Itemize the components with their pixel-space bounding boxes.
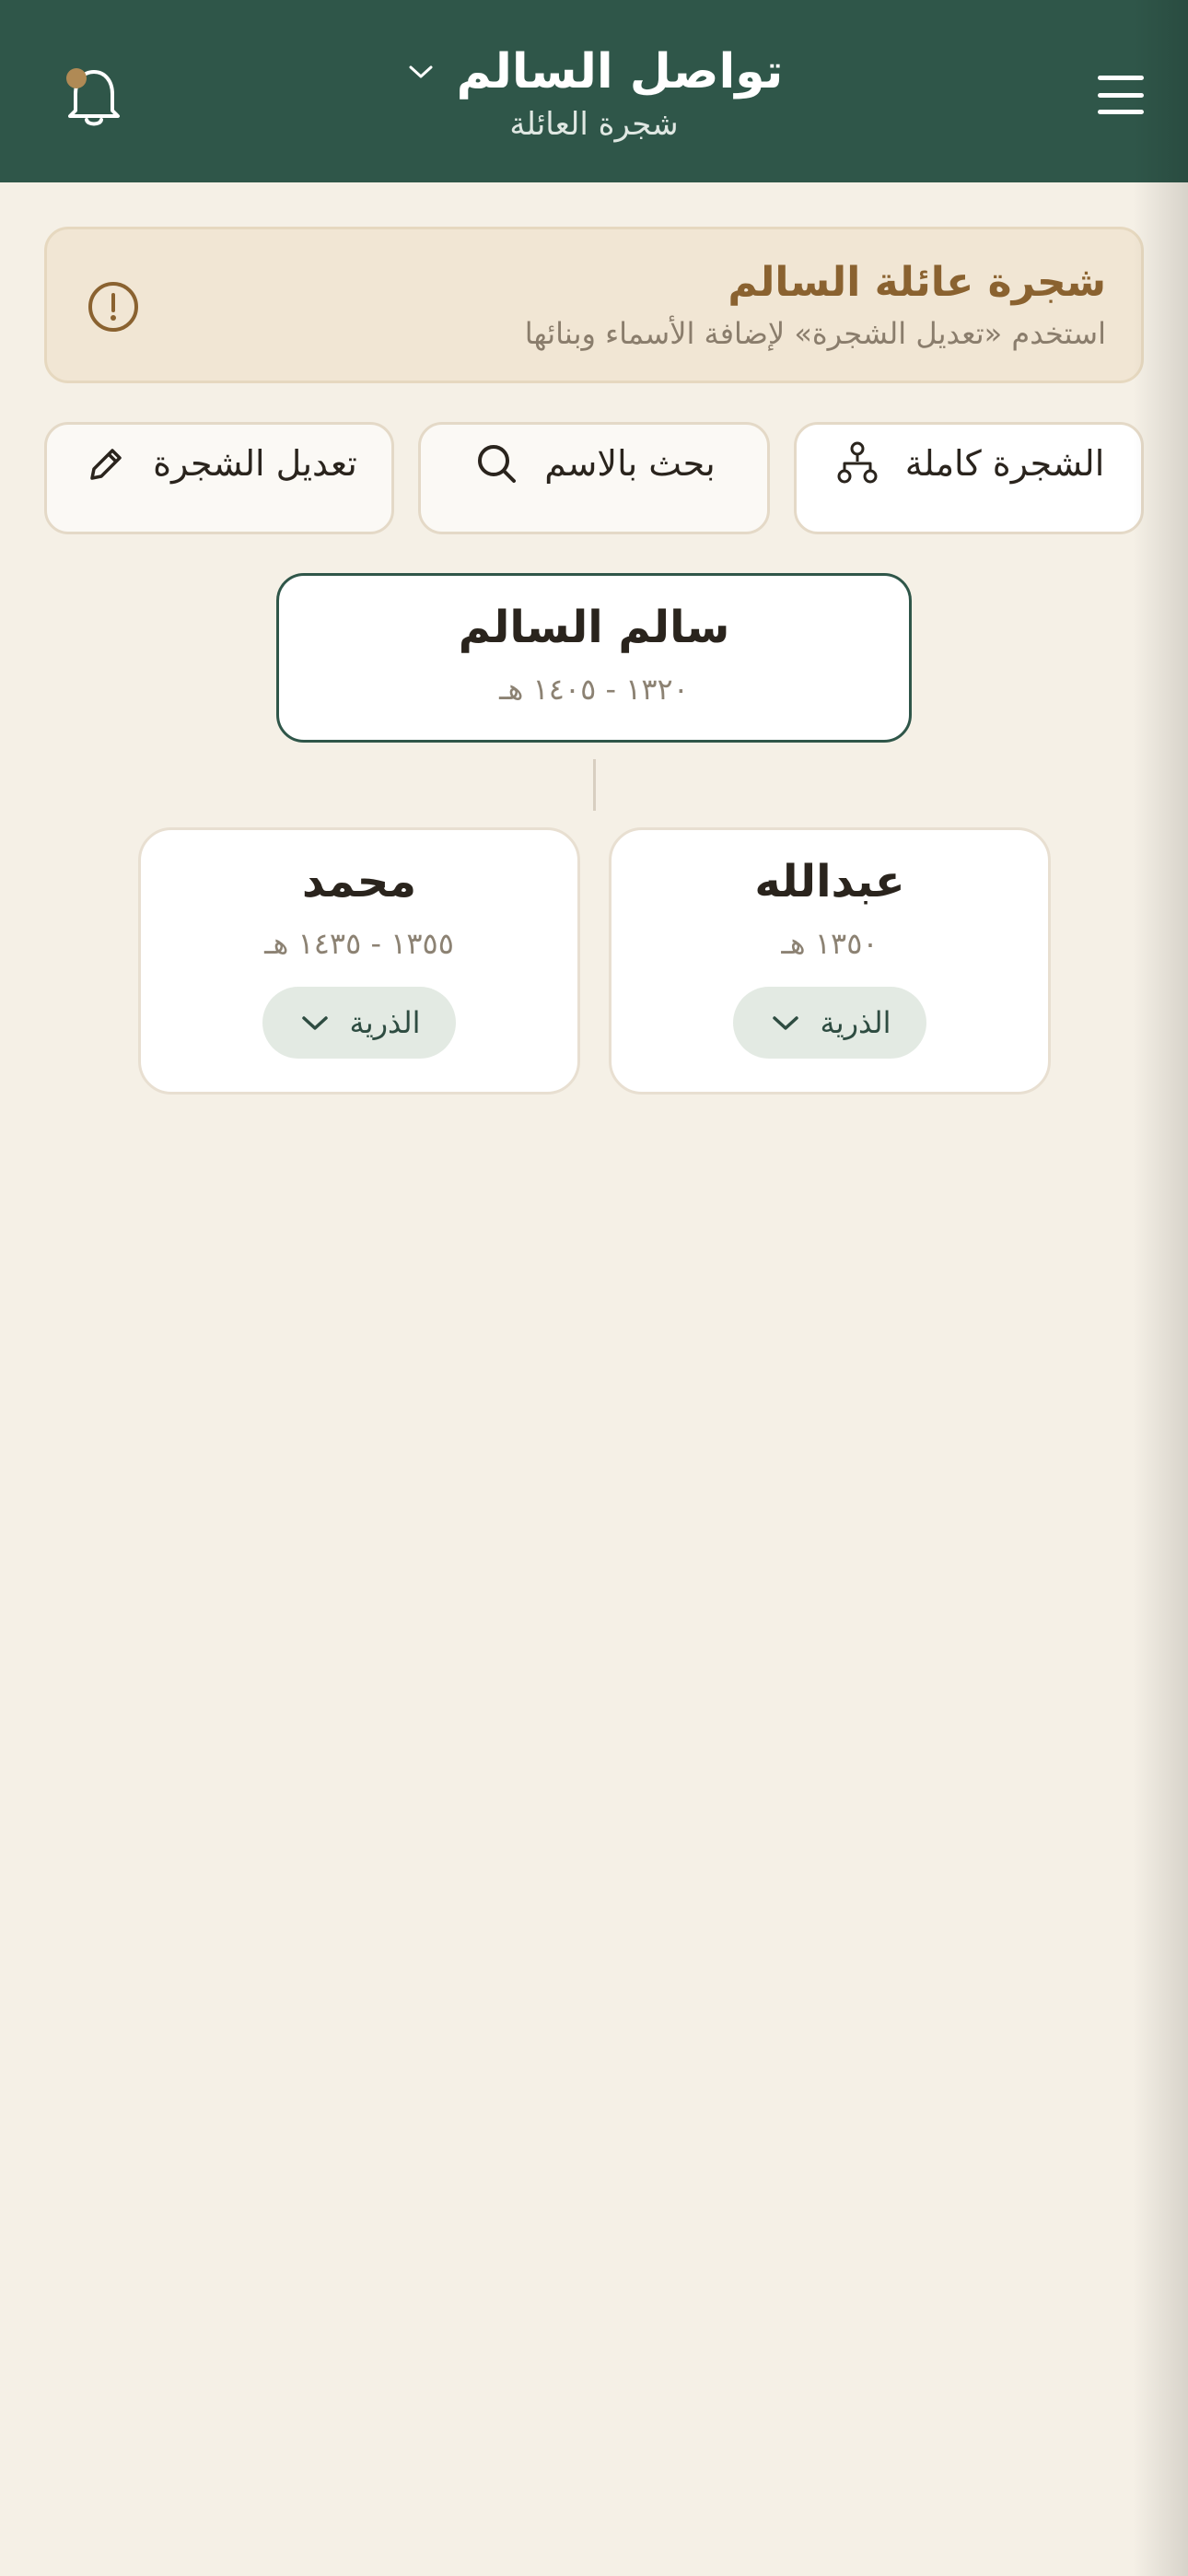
descendants-label: الذرية bbox=[820, 1005, 891, 1040]
notifications-button[interactable] bbox=[57, 59, 131, 133]
app-header: تواصل السالم شجرة العائلة bbox=[0, 0, 1188, 182]
edit-tree-label: تعديل الشجرة bbox=[153, 443, 357, 484]
hamburger-icon-line bbox=[1098, 76, 1144, 80]
info-alert-icon bbox=[86, 279, 141, 334]
descendants-toggle-button[interactable]: الذرية bbox=[733, 987, 926, 1059]
header-title-block[interactable]: تواصل السالم شجرة العائلة bbox=[318, 35, 870, 146]
child-person-name: عبدالله bbox=[754, 856, 905, 907]
app-subtitle: شجرة العائلة bbox=[509, 106, 679, 143]
chevron-down-icon bbox=[298, 1006, 332, 1039]
notification-badge-dot bbox=[66, 68, 87, 88]
title-dropdown[interactable]: تواصل السالم bbox=[318, 35, 870, 109]
full-tree-button[interactable]: الشجرة كاملة bbox=[794, 422, 1144, 534]
hamburger-icon-line bbox=[1098, 92, 1144, 98]
tree-actions: الشجرة كاملة بحث بالاسم تعديل الشجرة bbox=[44, 422, 1144, 534]
search-by-name-label: بحث بالاسم bbox=[544, 443, 716, 484]
child-person-name: محمد bbox=[301, 856, 417, 907]
info-banner: شجرة عائلة السالم استخدم «تعديل الشجرة» … bbox=[44, 227, 1144, 383]
search-by-name-button[interactable]: بحث بالاسم bbox=[418, 422, 770, 534]
tree-connector-line bbox=[593, 759, 596, 811]
hamburger-icon-line bbox=[1098, 110, 1144, 114]
tree-child-card[interactable]: محمد ١٣٥٥ - ١٤٣٥ هـ الذرية bbox=[138, 827, 580, 1095]
banner-title: شجرة عائلة السالم bbox=[728, 259, 1106, 306]
app-title: تواصل السالم bbox=[456, 44, 784, 100]
root-person-dates: ١٣٢٠ - ١٤٠٥ هـ bbox=[499, 672, 689, 707]
search-icon bbox=[472, 439, 520, 487]
bell-icon bbox=[68, 70, 120, 126]
chevron-down-icon bbox=[769, 1006, 802, 1039]
full-tree-label: الشجرة كاملة bbox=[904, 443, 1105, 484]
edit-tree-button[interactable]: تعديل الشجرة bbox=[44, 422, 394, 534]
descendants-toggle-button[interactable]: الذرية bbox=[262, 987, 456, 1059]
tree-structure-icon bbox=[833, 439, 881, 487]
child-person-dates: ١٣٥٥ - ١٤٣٥ هـ bbox=[264, 926, 454, 961]
descendants-label: الذرية bbox=[349, 1005, 421, 1040]
banner-text: استخدم «تعديل الشجرة» لإضافة الأسماء وبن… bbox=[524, 316, 1106, 351]
chevron-down-icon bbox=[405, 56, 437, 88]
tree-child-card[interactable]: عبدالله ١٣٥٠ هـ الذرية bbox=[609, 827, 1051, 1095]
tree-root-card[interactable]: سالم السالم ١٣٢٠ - ١٤٠٥ هـ bbox=[276, 573, 912, 743]
side-drawer-shadow bbox=[1133, 0, 1188, 2576]
pencil-icon bbox=[81, 439, 129, 487]
root-person-name: سالم السالم bbox=[458, 602, 730, 653]
menu-button[interactable] bbox=[1089, 66, 1153, 123]
child-person-dates: ١٣٥٠ هـ bbox=[781, 926, 879, 961]
